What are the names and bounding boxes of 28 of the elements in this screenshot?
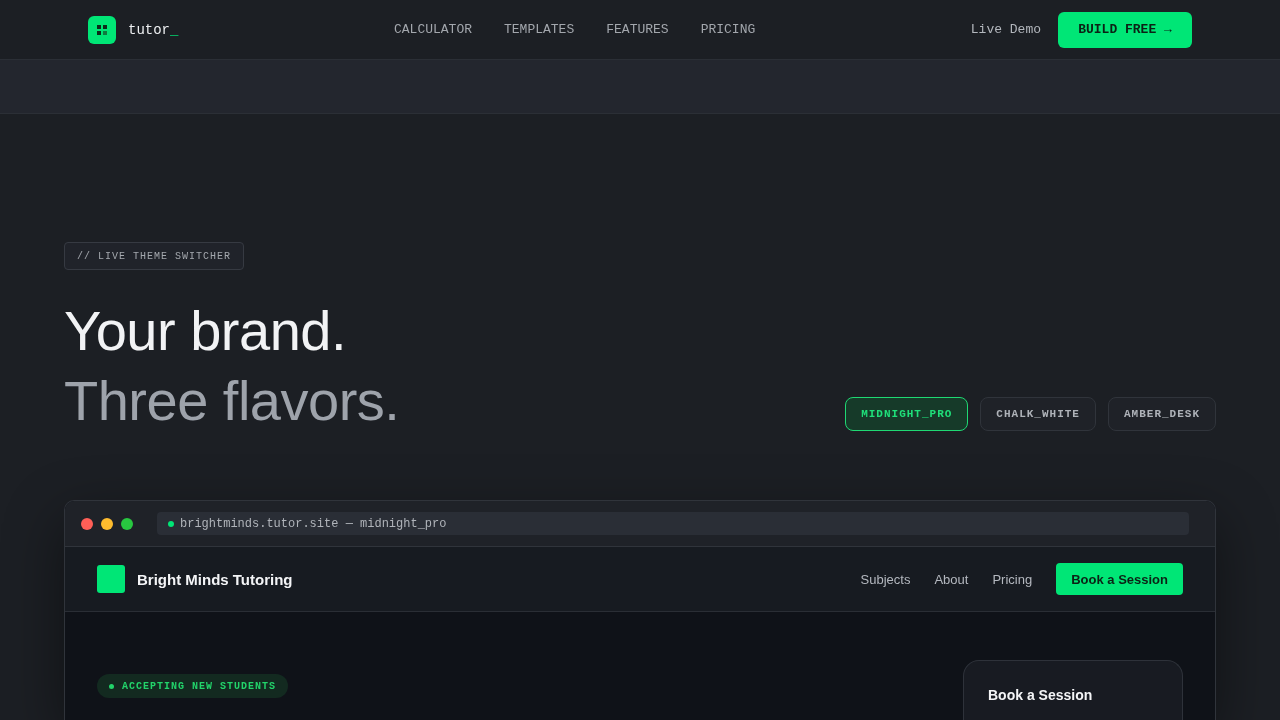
section-label: // LIVE THEME SWITCHER	[64, 242, 245, 270]
subheadline: Three flavors.	[64, 368, 400, 434]
status-dot-icon	[168, 520, 174, 527]
nav-link[interactable]: CALCULATOR	[394, 22, 472, 37]
site-nav-link[interactable]: Subjects	[860, 571, 911, 587]
theme-button[interactable]: AMBER_DESK	[1108, 397, 1216, 431]
maximize-dot-icon	[121, 517, 133, 530]
live-demo-link[interactable]: Live Demo	[970, 22, 1041, 37]
headline: Your brand.	[64, 298, 347, 364]
minimize-dot-icon	[101, 517, 113, 530]
site-name-link[interactable]: Bright Minds Tutoring	[137, 570, 293, 588]
theme-button[interactable]: CHALK_WHITE	[980, 397, 1096, 431]
nav-link[interactable]: FEATURES	[606, 22, 669, 37]
nav-link[interactable]: TEMPLATES	[504, 22, 575, 37]
address-bar[interactable]: brightminds.tutor.site — midnight_pro	[157, 512, 1189, 535]
theme-button[interactable]: MIDNIGHT_PRO	[845, 397, 969, 431]
card-title: Book a Session	[988, 687, 1094, 703]
logo-square-icon	[97, 565, 125, 593]
status-dot-icon	[109, 683, 114, 689]
site-nav-link[interactable]: Pricing	[992, 571, 1033, 587]
site-nav-link[interactable]: About	[934, 571, 969, 587]
brand-link[interactable]: tutor_	[128, 21, 179, 38]
status-text: ACCEPTING NEW STUDENTS	[122, 680, 277, 692]
nav-link[interactable]: PRICING	[700, 22, 756, 37]
build-free-button[interactable]: BUILD FREE →	[1058, 11, 1192, 48]
book-session-button[interactable]: Book a Session	[1056, 563, 1183, 595]
logo-grid-icon	[88, 15, 116, 44]
close-dot-icon	[81, 517, 93, 530]
